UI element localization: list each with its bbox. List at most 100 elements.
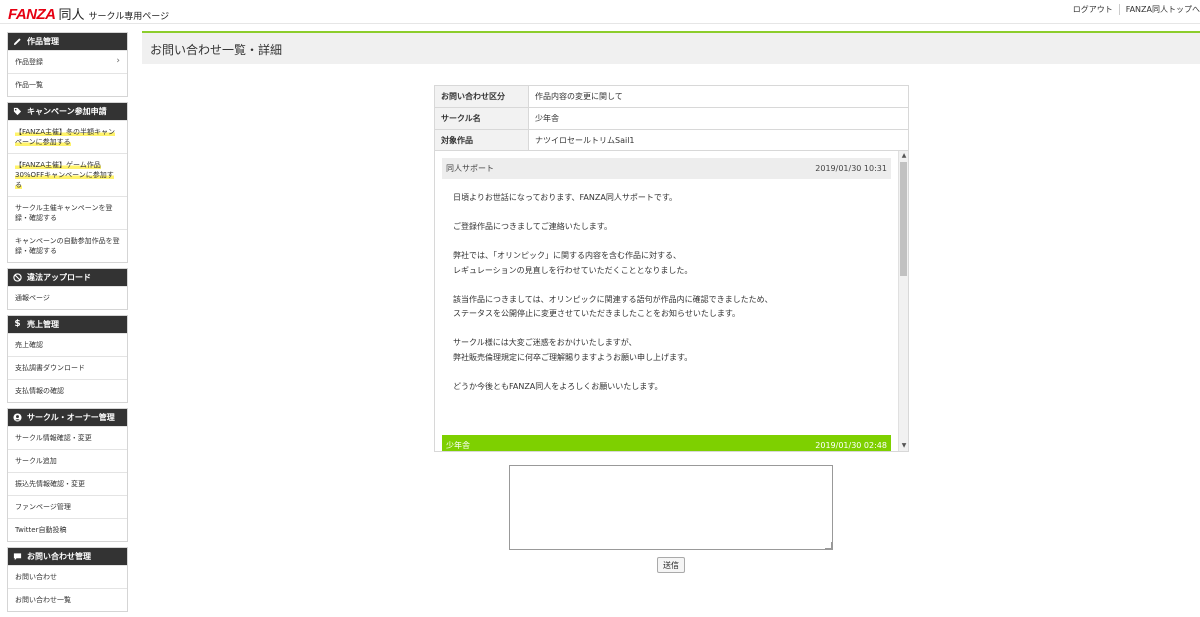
sidebar-section-header: サークル・オーナー管理 (8, 409, 127, 426)
sidebar-item-work-list[interactable]: 作品一覧 (8, 73, 127, 96)
logo-brand: FANZA (8, 6, 56, 23)
sidebar-section-illegal-upload: 違法アップロード 通報ページ (7, 268, 128, 310)
sidebar-item-label: 支払情報の確認 (15, 387, 64, 395)
sidebar-section-inquiry: お問い合わせ管理 お問い合わせ お問い合わせ一覧 (7, 547, 128, 612)
sidebar-item-label: お問い合わせ一覧 (15, 596, 71, 604)
sidebar-section-works: 作品管理 作品登録 › 作品一覧 (7, 32, 128, 97)
message-sender: 同人サポート (446, 164, 494, 173)
page-title: お問い合わせ一覧・詳細 (150, 43, 283, 57)
message-thread[interactable]: 同人サポート 2019/01/30 10:31 日頃よりお世話になっております、… (434, 150, 909, 452)
logout-link[interactable]: ログアウト (1067, 4, 1119, 15)
sidebar-section-circle-owner: サークル・オーナー管理 サークル情報確認・変更 サークル追加 振込先情報確認・変… (7, 408, 128, 542)
sidebar-item-label: 売上確認 (15, 341, 43, 349)
sidebar-item-label: 【FANZA主催】冬の半額キャンペーンに参加する (15, 128, 115, 146)
sidebar-item-sales-check[interactable]: 売上確認 (8, 333, 127, 356)
sidebar-item-game-30off[interactable]: 【FANZA主催】ゲーム作品30%OFFキャンペーンに参加する (8, 153, 127, 196)
site-header: FANZA 同人 サークル専用ページ ログアウト FANZA同人トップへ (0, 0, 1200, 24)
sidebar-item-label: サークル追加 (15, 457, 57, 465)
sidebar-item-winter-half-price[interactable]: 【FANZA主催】冬の半額キャンペーンに参加する (8, 120, 127, 153)
sidebar-item-auto-campaign[interactable]: キャンペーンの自動参加作品を登録・確認する (8, 229, 127, 262)
sidebar-section-header: $ 売上管理 (8, 316, 127, 333)
dollar-icon: $ (14, 319, 21, 329)
sidebar-section-title: 作品管理 (27, 37, 59, 46)
sidebar-item-circle-campaign[interactable]: サークル主催キャンペーンを登録・確認する (8, 196, 127, 229)
message-paragraph: 弊社では、「オリンピック」に関する内容を含む作品に対する、 レギュレーションの見… (453, 251, 693, 275)
sidebar-item-label: 通報ページ (15, 294, 50, 302)
sidebar-item-label: サークル主催キャンペーンを登録・確認する (15, 204, 113, 222)
chat-icon (13, 553, 22, 561)
sidebar: 作品管理 作品登録 › 作品一覧 キャンペーン参加申請 【FANZA主催】冬の半… (7, 32, 128, 617)
message-sender: 少年舎 (446, 441, 470, 450)
send-button[interactable]: 送信 (657, 557, 685, 573)
message-paragraph: ご登録作品につきましてご連絡いたします。 (453, 222, 612, 231)
prohibited-icon (13, 273, 22, 282)
sidebar-item-fanpage[interactable]: ファンページ管理 (8, 495, 127, 518)
info-value: 作品内容の変更に関して (528, 85, 909, 108)
table-row: サークル名 少年舎 (434, 107, 909, 130)
info-label: サークル名 (434, 107, 529, 130)
info-value: ナツイロセールトリムSail1 (528, 129, 909, 152)
sidebar-item-register-work[interactable]: 作品登録 › (8, 50, 127, 73)
message-scrollbar[interactable]: ▲ ▼ (898, 151, 908, 451)
header-links: ログアウト FANZA同人トップへ (1067, 4, 1200, 15)
sidebar-item-label: キャンペーンの自動参加作品を登録・確認する (15, 237, 120, 255)
message-header-circle: 少年舎 2019/01/30 02:48 (442, 435, 891, 451)
sidebar-item-label: 振込先情報確認・変更 (15, 480, 85, 488)
sidebar-item-label: 作品一覧 (15, 81, 43, 89)
sidebar-item-label: 支払調書ダウンロード (15, 364, 85, 372)
message-timestamp: 2019/01/30 02:48 (815, 441, 887, 450)
sidebar-item-label: サークル情報確認・変更 (15, 434, 92, 442)
resize-grip-icon[interactable] (825, 542, 832, 549)
sidebar-item-label: ファンページ管理 (15, 503, 71, 511)
sidebar-section-title: お問い合わせ管理 (27, 552, 91, 561)
sidebar-section-title: サークル・オーナー管理 (27, 413, 115, 422)
sidebar-item-label: Twitter自動投稿 (15, 526, 67, 534)
sidebar-section-sales: $ 売上管理 売上確認 支払調書ダウンロード 支払情報の確認 (7, 315, 128, 403)
scroll-down-arrow-icon[interactable]: ▼ (899, 441, 908, 451)
page-title-bar: お問い合わせ一覧・詳細 (142, 31, 1200, 64)
table-row: お問い合わせ区分 作品内容の変更に関して (434, 85, 909, 108)
table-row: 対象作品 ナツイロセールトリムSail1 (434, 129, 909, 152)
message-paragraph: 該当作品につきましては、オリンピックに関連する語句が作品内に確認できましたため、… (453, 294, 773, 319)
message-timestamp: 2019/01/30 10:31 (815, 164, 887, 173)
logo[interactable]: FANZA 同人 サークル専用ページ (8, 4, 169, 23)
message-body: 日頃よりお世話になっております、FANZA同人サポートです。 ご登録作品につきま… (442, 179, 891, 394)
sidebar-item-report[interactable]: 通報ページ (8, 286, 127, 309)
reply-textarea[interactable] (509, 465, 833, 550)
logo-subtitle: サークル専用ページ (88, 12, 170, 22)
tag-icon (13, 107, 22, 116)
sidebar-section-title: キャンペーン参加申請 (27, 107, 107, 116)
sidebar-section-header: キャンペーン参加申請 (8, 103, 127, 120)
sidebar-section-campaign: キャンペーン参加申請 【FANZA主催】冬の半額キャンペーンに参加する 【FAN… (7, 102, 128, 263)
chevron-right-icon: › (116, 56, 120, 66)
sidebar-section-header: お問い合わせ管理 (8, 548, 127, 565)
sidebar-item-label: 【FANZA主催】ゲーム作品30%OFFキャンペーンに参加する (15, 161, 114, 189)
sidebar-section-title: 売上管理 (27, 320, 59, 329)
message-list: 同人サポート 2019/01/30 10:31 日頃よりお世話になっております、… (442, 158, 891, 451)
scroll-up-arrow-icon[interactable]: ▲ (899, 151, 908, 161)
sidebar-item-circle-info[interactable]: サークル情報確認・変更 (8, 426, 127, 449)
sidebar-item-twitter-auto[interactable]: Twitter自動投稿 (8, 518, 127, 541)
sidebar-item-payment-info[interactable]: 支払情報の確認 (8, 379, 127, 402)
message-paragraph: 日頃よりお世話になっております、FANZA同人サポートです。 (453, 193, 678, 202)
sidebar-item-add-circle[interactable]: サークル追加 (8, 449, 127, 472)
info-label: お問い合わせ区分 (434, 85, 529, 108)
info-label: 対象作品 (434, 129, 529, 152)
logo-service: 同人 (58, 8, 85, 23)
sidebar-section-title: 違法アップロード (27, 273, 91, 282)
sidebar-item-label: 作品登録 (15, 58, 43, 66)
sidebar-item-label: お問い合わせ (15, 573, 57, 581)
inquiry-info-table: お問い合わせ区分 作品内容の変更に関して サークル名 少年舎 対象作品 ナツイロ… (434, 85, 909, 152)
pencil-icon (13, 38, 21, 46)
message-header: 同人サポート 2019/01/30 10:31 (442, 158, 891, 179)
message-paragraph: サークル様には大変ご迷惑をおかけいたしますが、 弊社販売倫理規定に何卒ご理解賜り… (453, 338, 693, 362)
top-page-link[interactable]: FANZA同人トップへ (1120, 4, 1200, 15)
message-paragraph: どうか今後ともFANZA同人をよろしくお願いいたします。 (453, 381, 663, 391)
info-value: 少年舎 (528, 107, 909, 130)
user-circle-icon (13, 413, 22, 422)
scrollbar-thumb[interactable] (900, 162, 907, 276)
sidebar-item-payment-download[interactable]: 支払調書ダウンロード (8, 356, 127, 379)
sidebar-item-bank-info[interactable]: 振込先情報確認・変更 (8, 472, 127, 495)
sidebar-item-inquiry-list[interactable]: お問い合わせ一覧 (8, 588, 127, 611)
sidebar-section-header: 違法アップロード (8, 269, 127, 286)
